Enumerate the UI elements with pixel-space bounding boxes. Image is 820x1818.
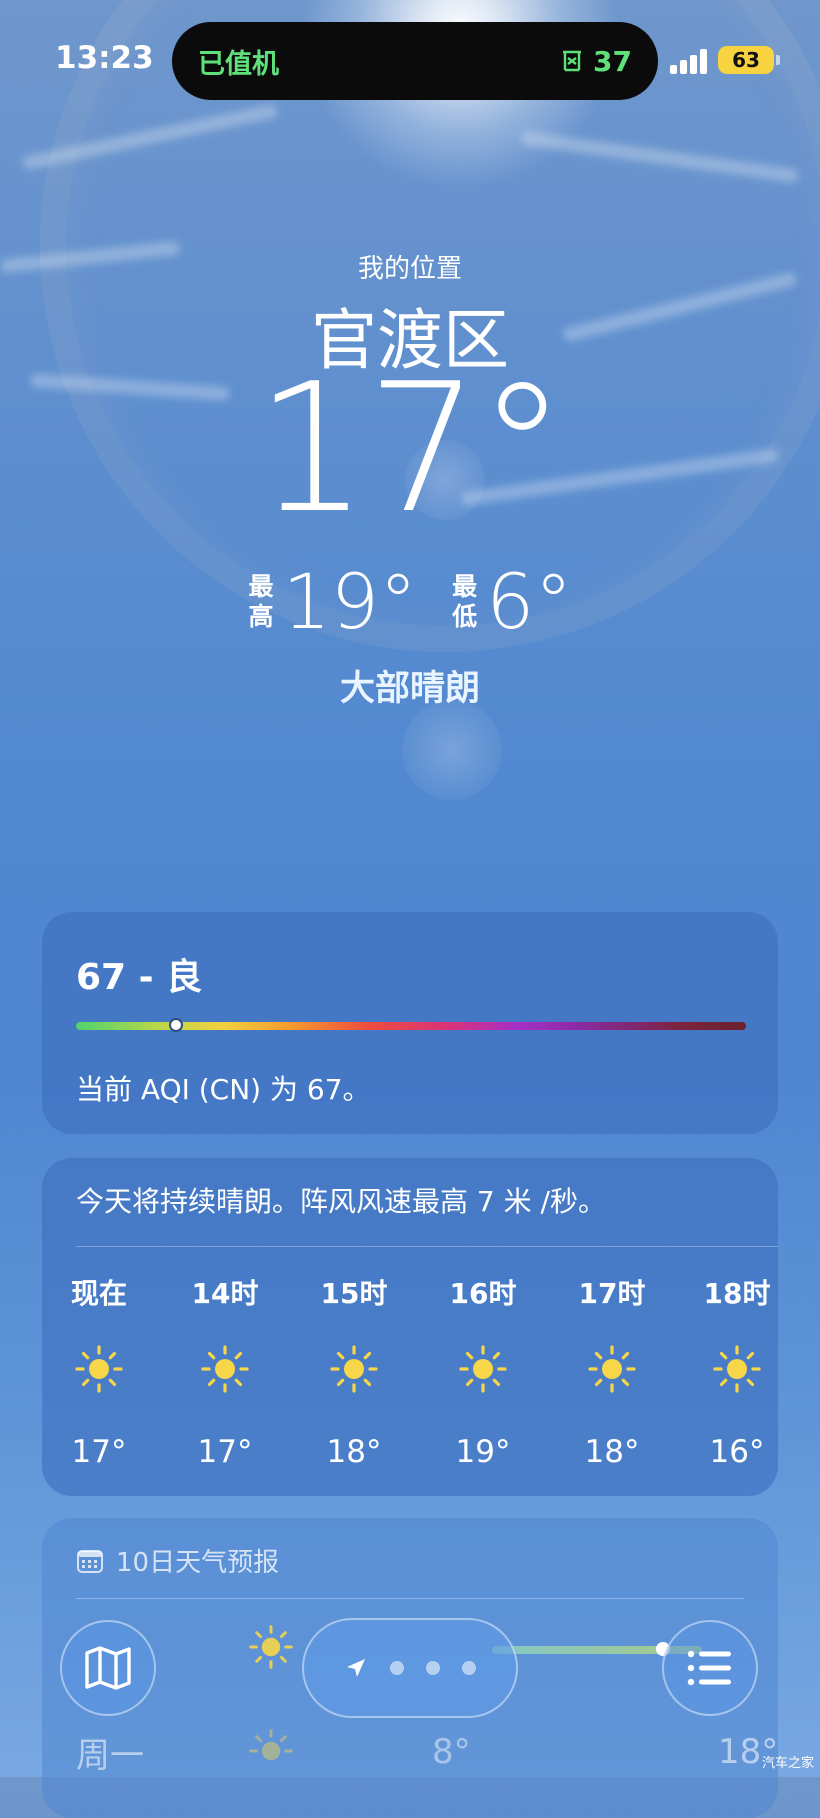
hour-temp: 17°: [71, 1434, 127, 1470]
hour-item: 现在 17°: [44, 1272, 154, 1470]
forecast-title: 10日天气预报: [116, 1548, 280, 1578]
forecast-day: 周一: [76, 1736, 144, 1776]
divider: [76, 1598, 744, 1599]
battery-level: 63: [732, 48, 760, 72]
hour-temp: 19°: [455, 1434, 511, 1470]
page-dot[interactable]: [462, 1661, 476, 1675]
calendar-icon: [77, 1549, 103, 1573]
hour-temp: 18°: [326, 1434, 382, 1470]
hour-item: 16时 19°: [428, 1272, 538, 1470]
gate-number: 37: [593, 44, 632, 78]
status-time: 13:23: [55, 40, 154, 76]
hour-time: 17时: [578, 1277, 646, 1310]
current-temperature: 17°: [255, 345, 567, 552]
low-temp: 最低 6°: [451, 564, 572, 640]
map-button[interactable]: [60, 1620, 156, 1716]
forecast-header: 10日天气预报: [76, 1542, 279, 1579]
hour-item: 15时 18°: [299, 1272, 409, 1470]
high-low-temps: 最高 19° 最低 6°: [0, 564, 820, 640]
battery-tip: [776, 55, 780, 65]
dynamic-island[interactable]: 已值机 37: [172, 22, 658, 100]
divider: [76, 1246, 778, 1247]
map-icon: [85, 1646, 131, 1690]
hour-item: 18时 16°: [682, 1272, 792, 1470]
location-arrow-icon: [347, 1659, 365, 1677]
forecast-low: 8°: [432, 1732, 471, 1772]
sun-icon: [458, 1344, 508, 1394]
sun-icon: [712, 1344, 762, 1394]
hour-time: 15时: [320, 1277, 388, 1310]
sun-icon: [248, 1728, 294, 1774]
sun-icon: [200, 1344, 250, 1394]
watermark: 汽车之家: [761, 1756, 814, 1771]
hour-time: 18时: [703, 1277, 771, 1310]
high-temp: 最高 19°: [247, 564, 417, 640]
page-dot[interactable]: [390, 1661, 404, 1675]
aqi-indicator: [169, 1018, 183, 1032]
sun-icon: [74, 1344, 124, 1394]
sun-icon: [329, 1344, 379, 1394]
high-label: 最高: [248, 572, 274, 631]
lens-flare: [402, 700, 502, 800]
hour-time: 14时: [191, 1277, 259, 1310]
aqi-description: 当前 AQI (CN) 为 67。: [76, 1073, 371, 1106]
low-value: 6°: [486, 557, 573, 646]
sun-icon: [587, 1344, 637, 1394]
battery-icon: 63: [718, 46, 774, 74]
hourly-forecast-card[interactable]: 今天将持续晴朗。阵风风速最高 7 米 /秒。 现在 17° 14时 17° 15…: [42, 1158, 778, 1496]
list-icon: [687, 1650, 731, 1686]
sun-icon: [248, 1624, 294, 1670]
air-quality-card[interactable]: 67 - 良 当前 AQI (CN) 为 67。: [42, 912, 778, 1134]
high-value: 19°: [282, 557, 418, 646]
location-label: 我的位置: [357, 254, 462, 284]
hourly-summary: 今天将持续晴朗。阵风风速最高 7 米 /秒。: [76, 1185, 606, 1218]
cellular-signal-icon: [670, 48, 710, 74]
gate-icon: [563, 50, 582, 72]
hour-temp: 17°: [197, 1434, 253, 1470]
low-label: 最低: [452, 572, 478, 631]
hour-temp: 16°: [709, 1434, 765, 1470]
hour-item: 17时 18°: [557, 1272, 667, 1470]
hour-time: 16时: [449, 1277, 517, 1310]
weather-condition: 大部晴朗: [339, 669, 480, 709]
hour-item: 14时 17°: [170, 1272, 280, 1470]
aqi-title: 67 - 良: [76, 957, 203, 998]
flight-status: 已值机: [198, 48, 279, 80]
hour-temp: 18°: [584, 1434, 640, 1470]
page-dot[interactable]: [426, 1661, 440, 1675]
hour-time: 现在: [70, 1277, 127, 1310]
page-indicator[interactable]: [302, 1618, 518, 1718]
gate-info: 37: [559, 45, 632, 78]
list-button[interactable]: [662, 1620, 758, 1716]
